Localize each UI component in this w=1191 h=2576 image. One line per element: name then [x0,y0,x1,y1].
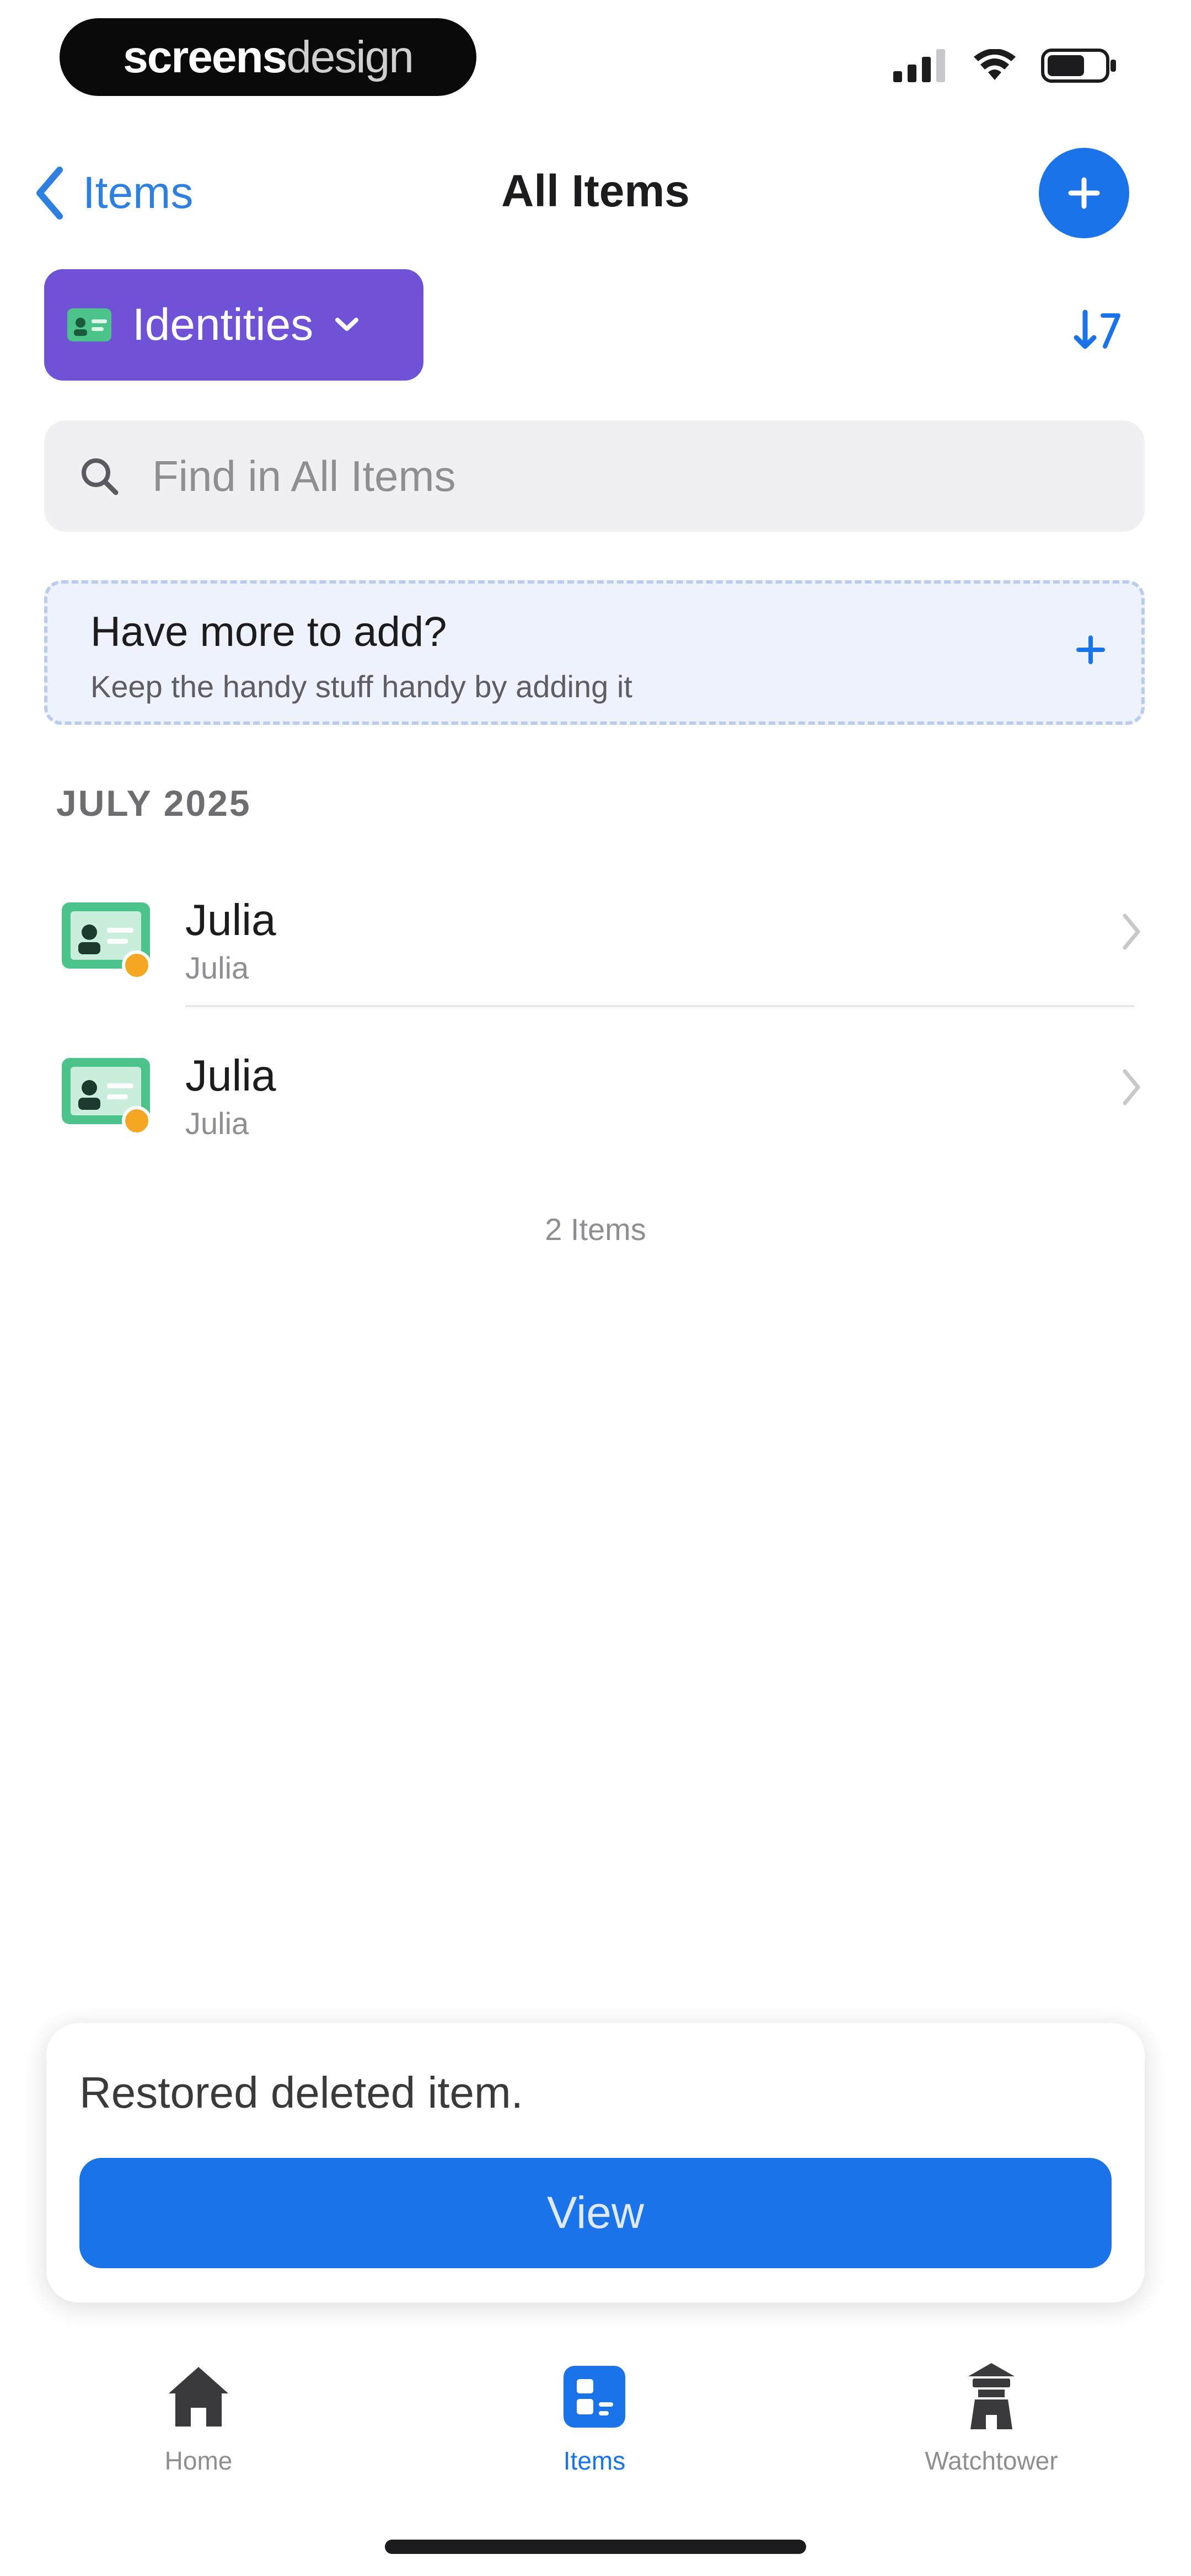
watchtower-icon [968,2363,1015,2429]
home-indicator [385,2540,806,2554]
identity-card-icon [62,1058,152,1136]
status-icons [893,49,1118,83]
filter-label: Identities [132,300,314,350]
add-more-card[interactable]: Have more to add? Keep the handy stuff h… [44,580,1145,725]
section-header: JULY 2025 [56,783,251,824]
add-item-button[interactable] [1039,148,1129,238]
item-subtitle: Julia [185,1106,249,1141]
tab-watchtower[interactable]: Watchtower [859,2355,1124,2476]
list-item[interactable]: Julia Julia [0,1011,1191,1165]
restore-toast: Restored deleted item. View [46,2023,1145,2302]
items-count: 2 Items [545,1212,646,1247]
plus-icon [1068,177,1100,209]
battery-icon [1041,49,1116,83]
item-name: Julia [185,1051,276,1100]
items-icon [564,2366,625,2428]
view-button[interactable]: View [79,2158,1112,2268]
search-input[interactable] [151,450,1036,502]
add-more-title: Have more to add? [90,608,447,655]
house-icon [169,2367,228,2427]
search-icon [82,458,119,495]
search-bar[interactable] [44,420,1145,532]
chevron-down-icon [335,318,359,331]
identity-card-icon [62,902,152,980]
sort-icon [1074,309,1120,349]
signal-icon [893,49,945,82]
tab-label: Items [563,2446,626,2475]
identity-card-icon [67,308,111,341]
brand-logo-part2: design [286,31,414,82]
item-subtitle: Julia [185,950,249,985]
sort-button[interactable] [1069,301,1126,359]
brand-logo-part1: screens [123,31,287,82]
item-name: Julia [185,895,276,944]
add-more-subtitle: Keep the handy stuff handy by adding it [90,669,632,704]
page-title: All Items [501,166,690,216]
chevron-right-icon [1123,1069,1140,1105]
plus-icon[interactable] [1074,633,1107,666]
wifi-icon [974,49,1016,80]
tab-home[interactable]: Home [66,2355,331,2476]
chevron-right-icon [1123,913,1140,950]
category-filter-dropdown[interactable]: Identities [44,269,423,381]
toast-message: Restored deleted item. [79,2068,523,2117]
list-item[interactable]: Julia Julia [0,855,1191,1009]
tab-label: Home [164,2446,233,2475]
tab-items[interactable]: Items [462,2355,727,2476]
row-divider [185,1005,1135,1007]
tab-label: Watchtower [925,2446,1058,2475]
brand-logo: screens design [60,18,476,96]
